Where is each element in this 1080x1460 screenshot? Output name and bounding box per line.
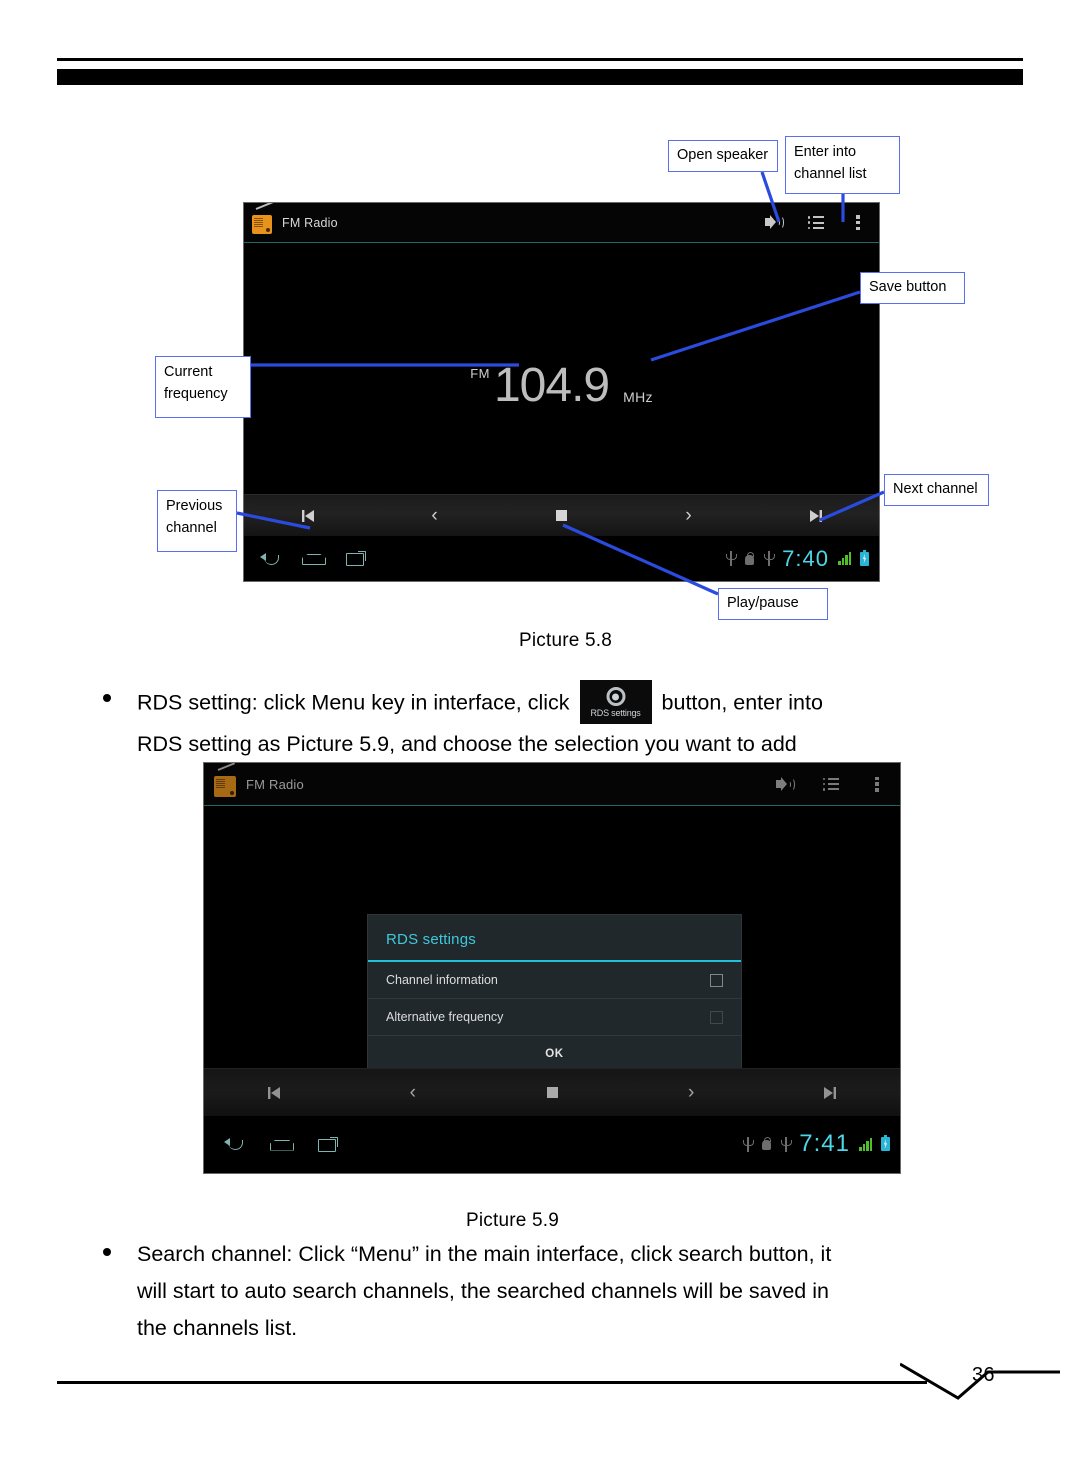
radio-screen-body: RDS settings Channel information Alterna…: [204, 806, 900, 1074]
usb-icon: [726, 551, 738, 566]
dialog-row-alternative-frequency[interactable]: Alternative frequency: [368, 999, 741, 1036]
app-title: FM Radio: [246, 776, 304, 792]
tune-up-button[interactable]: ›: [625, 506, 752, 525]
fm-radio-screenshot-59: FM Radio RDS settings Channel informatio…: [203, 762, 901, 1174]
tune-up-button[interactable]: ›: [622, 1083, 761, 1102]
dialog-title: RDS settings: [368, 915, 741, 962]
back-icon[interactable]: [260, 552, 280, 566]
home-icon[interactable]: [270, 1138, 292, 1151]
caption-picture-58: Picture 5.8: [519, 630, 613, 651]
frequency-display: FM 104.9 MHz: [244, 359, 879, 412]
bullet-marker-rds: [103, 694, 111, 702]
play-pause-button[interactable]: [498, 510, 625, 521]
android-nav-bar: 7:41: [204, 1116, 900, 1172]
rds-ring-icon: [606, 687, 626, 706]
home-icon[interactable]: [302, 552, 324, 565]
overflow-menu-icon[interactable]: [854, 763, 900, 806]
recents-icon[interactable]: [346, 551, 366, 566]
paragraph-search-channel: Search channel: Click “Menu” in the main…: [137, 1236, 1007, 1347]
callout-open-speaker: Open speaker: [668, 140, 778, 172]
signal-icon: [838, 552, 851, 565]
search-text-line3: the channels list.: [137, 1315, 298, 1340]
callout-previous-channel: Previous channel: [157, 490, 237, 552]
dialog-row-label: Channel information: [386, 973, 498, 987]
channel-information-checkbox[interactable]: [710, 973, 723, 987]
page-number: 36: [972, 1364, 995, 1386]
rds-text-part2: button, enter into: [661, 690, 823, 715]
playback-control-bar: ‹ ›: [204, 1068, 900, 1116]
save-star-icon[interactable]: ★: [879, 413, 880, 433]
fm-radio-screenshot-58: FM Radio FM 104.9 MHz ‹ › 7:40: [243, 202, 880, 582]
callout-enter-channel-list: Enter into channel list: [785, 136, 900, 194]
dialog-row-channel-information[interactable]: Channel information: [368, 962, 741, 999]
rds-text-part1: RDS setting: click Menu key in interface…: [137, 690, 570, 715]
android-debug-icon: [761, 1137, 772, 1151]
callout-save-button: Save button: [860, 272, 965, 304]
callout-current-frequency: Current frequency: [155, 356, 251, 418]
app-bar: FM Radio: [244, 203, 879, 243]
app-title: FM Radio: [282, 215, 338, 230]
tune-down-button[interactable]: ‹: [371, 506, 498, 525]
radio-screen-body: FM 104.9 MHz ★: [244, 243, 879, 494]
search-text-line2: will start to auto search channels, the …: [137, 1278, 829, 1303]
tune-down-button[interactable]: ‹: [343, 1083, 482, 1102]
usb-icon: [764, 551, 776, 566]
rds-settings-button-icon[interactable]: RDS settings: [579, 680, 652, 724]
battery-charging-icon: [881, 1135, 890, 1151]
rds-icon-label: RDS settings: [590, 707, 641, 718]
previous-channel-button[interactable]: [204, 1086, 343, 1100]
speaker-icon[interactable]: [753, 203, 795, 243]
paragraph-rds-setting: RDS setting: click Menu key in interface…: [137, 680, 997, 763]
frequency-band-label: FM: [470, 365, 490, 381]
alternative-frequency-checkbox[interactable]: [710, 1010, 723, 1024]
status-clock: 7:40: [782, 545, 829, 571]
overflow-menu-icon[interactable]: [837, 203, 879, 243]
back-icon[interactable]: [224, 1137, 244, 1151]
header-thin-rule: [57, 58, 1023, 61]
next-channel-button[interactable]: [761, 1086, 900, 1100]
usb-icon: [781, 1136, 793, 1152]
caption-picture-59: Picture 5.9: [466, 1210, 560, 1231]
callout-play-pause: Play/pause: [718, 588, 828, 620]
previous-channel-button[interactable]: [244, 509, 371, 523]
rds-settings-dialog: RDS settings Channel information Alterna…: [367, 914, 742, 1074]
android-debug-icon: [744, 551, 755, 566]
footer-rule: [57, 1381, 927, 1384]
header-thick-rule: [57, 69, 1023, 85]
app-bar-actions: [753, 203, 879, 243]
channel-list-icon[interactable]: [808, 763, 854, 806]
recents-icon[interactable]: [318, 1136, 338, 1152]
radio-icon: [252, 215, 272, 234]
speaker-icon[interactable]: [762, 763, 808, 806]
callout-next-channel: Next channel: [884, 474, 989, 506]
bullet-marker-search: [103, 1248, 111, 1256]
usb-icon: [743, 1136, 755, 1152]
play-pause-button[interactable]: [482, 1087, 621, 1098]
channel-list-icon[interactable]: [795, 203, 837, 243]
app-bar-actions: [762, 763, 900, 806]
next-channel-button[interactable]: [752, 509, 879, 523]
frequency-value: 104.9: [493, 359, 610, 412]
signal-icon: [859, 1137, 872, 1151]
playback-control-bar: ‹ ›: [244, 494, 879, 536]
frequency-unit-label: MHz: [623, 388, 653, 405]
dialog-row-label: Alternative frequency: [386, 1010, 504, 1024]
rds-text-line2: RDS setting as Picture 5.9, and choose t…: [137, 732, 797, 756]
android-nav-bar: 7:40: [244, 536, 879, 581]
status-clock: 7:41: [799, 1130, 850, 1157]
search-text-line1: Search channel: Click “Menu” in the main…: [137, 1242, 832, 1266]
document-page: FM Radio FM 104.9 MHz ‹ › 7:40 Open spea…: [0, 0, 1080, 1460]
battery-charging-icon: [860, 549, 869, 566]
app-bar: FM Radio: [204, 763, 900, 806]
radio-icon: [214, 775, 236, 797]
